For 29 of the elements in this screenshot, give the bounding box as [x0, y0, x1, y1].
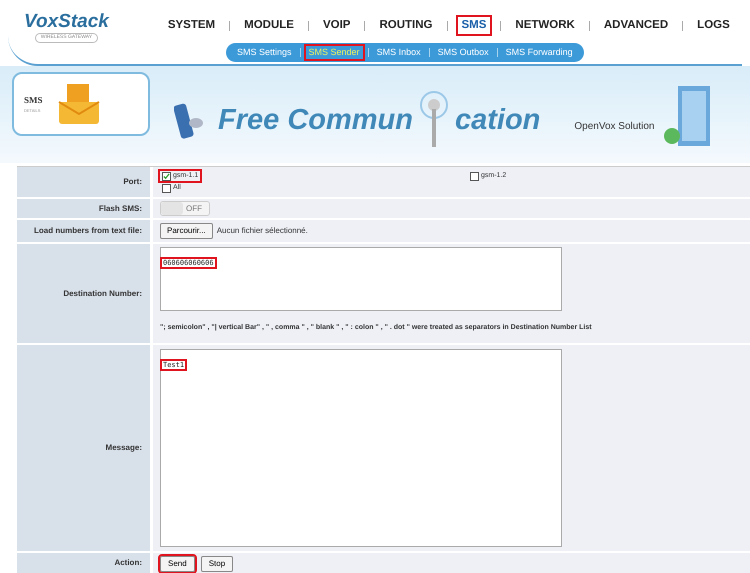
- field-label: Destination Number:: [63, 288, 142, 300]
- nav-item[interactable]: MODULE: [240, 17, 298, 34]
- envelope-icon: [56, 82, 101, 126]
- phone-icon: [174, 100, 204, 141]
- nav-item[interactable]: LOGS: [693, 17, 734, 34]
- field-label: Load numbers from text file:: [34, 225, 142, 238]
- section-title: SMS: [24, 94, 43, 108]
- logo: VoxStack: [24, 12, 109, 31]
- file-status: Aucun fichier sélectionné.: [216, 225, 308, 238]
- nav-item[interactable]: ROUTING: [375, 17, 436, 34]
- slogan-text: Free Commun: [218, 103, 413, 138]
- browse-button[interactable]: Parcourir...: [160, 223, 213, 240]
- nav-item[interactable]: SMS: [458, 17, 490, 34]
- action-button[interactable]: Send: [160, 556, 195, 572]
- slogan-text: cation: [454, 103, 540, 138]
- checkbox[interactable]: [162, 184, 171, 194]
- checkbox[interactable]: [470, 172, 479, 181]
- company-name: OpenVox Solution: [574, 120, 654, 134]
- field-label: Action:: [114, 556, 142, 569]
- nav-item[interactable]: NETWORK: [511, 17, 579, 34]
- nav-item[interactable]: VOIP: [318, 17, 354, 34]
- field-label: Port:: [123, 176, 142, 188]
- field-label: Flash SMS:: [98, 202, 142, 215]
- nav-item[interactable]: SYSTEM: [164, 17, 220, 34]
- checkbox[interactable]: [162, 172, 171, 181]
- toggle-switch[interactable]: OFF: [160, 201, 210, 216]
- action-button[interactable]: Stop: [200, 556, 234, 572]
- nav-item[interactable]: ADVANCED: [600, 17, 672, 34]
- field-label: Message:: [106, 442, 142, 454]
